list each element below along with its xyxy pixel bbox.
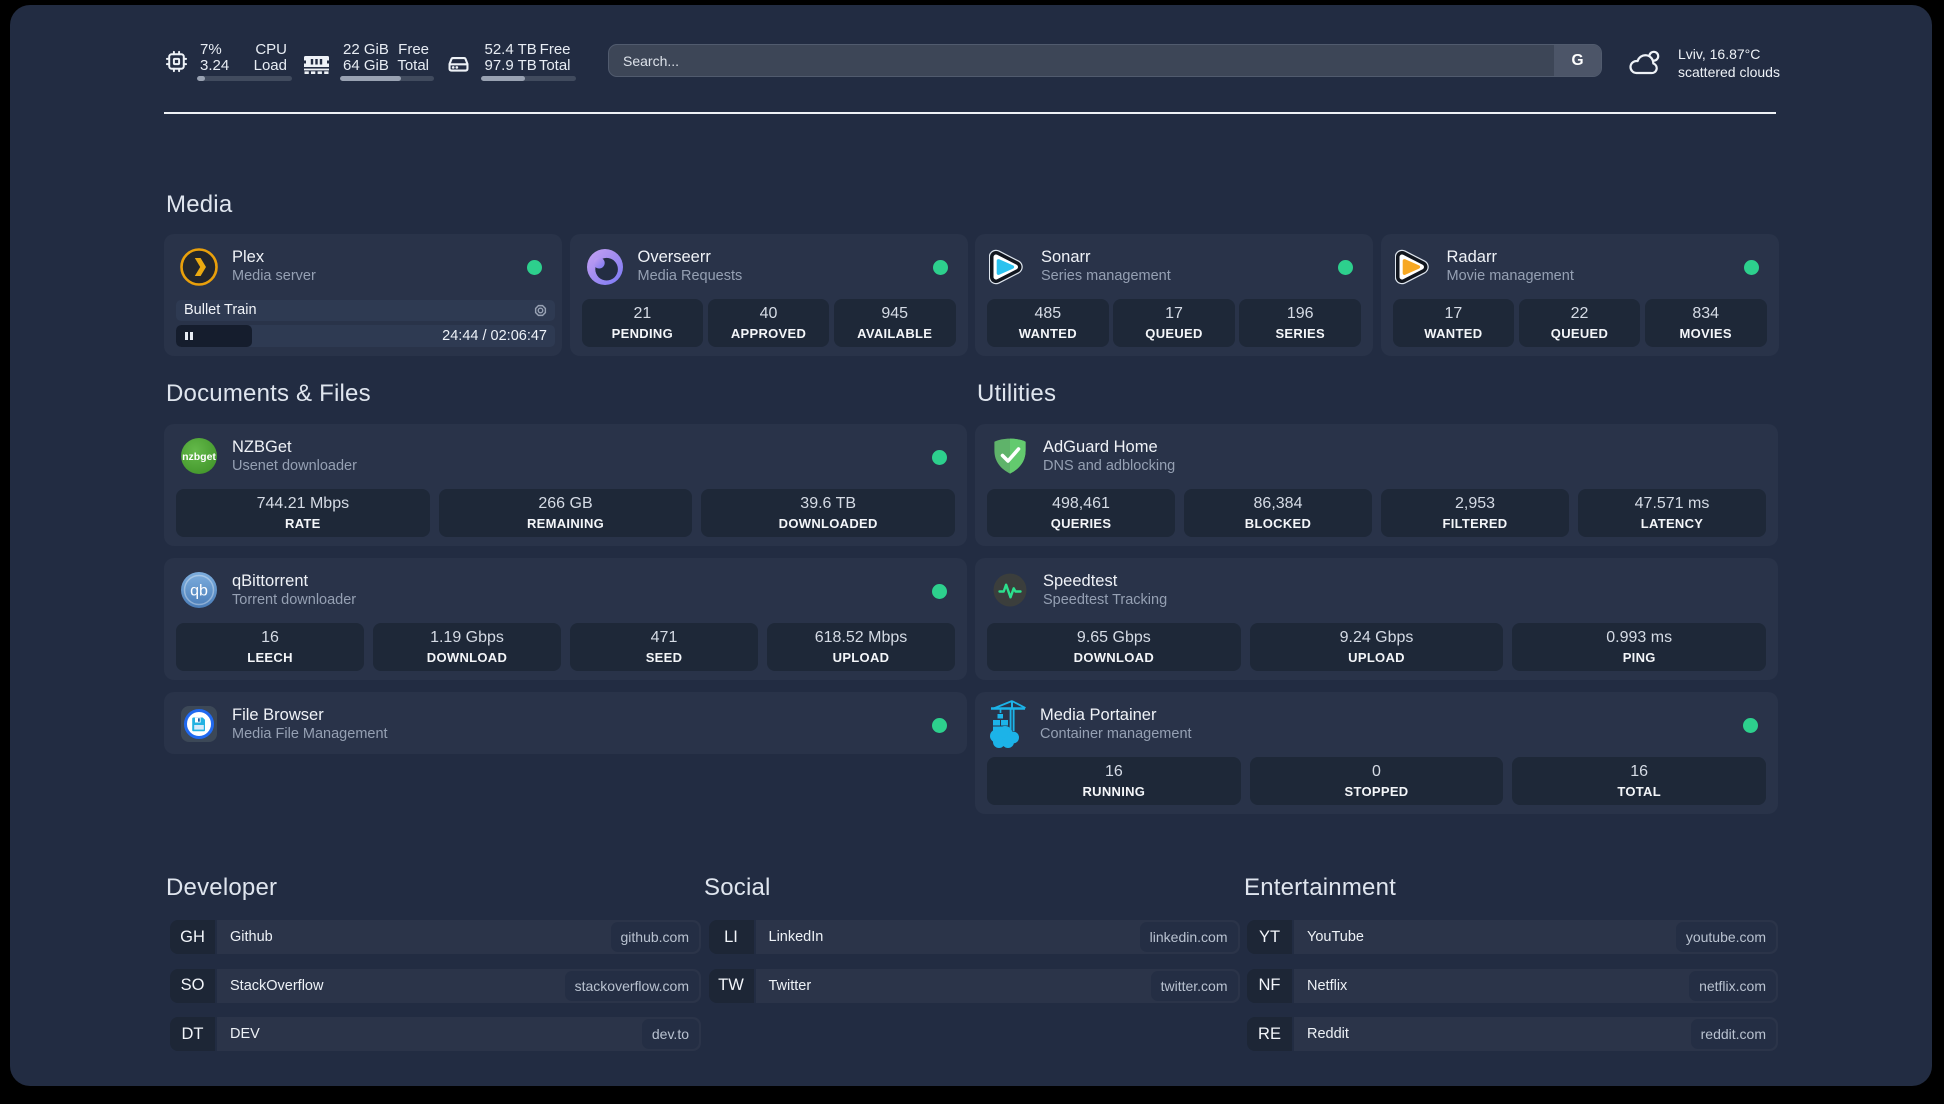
- svg-text:nzbget: nzbget: [182, 451, 216, 463]
- svg-text:qb: qb: [190, 583, 208, 600]
